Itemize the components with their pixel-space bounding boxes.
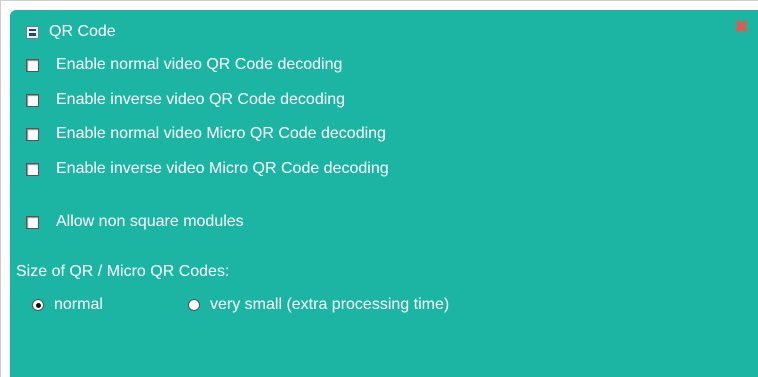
checkbox-normal-micro-qr[interactable]	[26, 127, 39, 141]
size-section-label: Size of QR / Micro QR Codes:	[16, 263, 230, 280]
panel-title: QR Code	[49, 23, 116, 40]
checkbox-inverse-qr[interactable]	[26, 93, 39, 107]
radio-normal[interactable]	[32, 299, 44, 311]
radio-label: normal	[54, 296, 103, 313]
collapse-icon[interactable]	[26, 25, 39, 39]
qr-code-panel: QR Code ✖ Enable normal video QR Code de…	[10, 10, 758, 377]
option-normal-micro-qr[interactable]: Enable normal video Micro QR Code decodi…	[26, 123, 386, 145]
option-label: Enable inverse video QR Code decoding	[56, 91, 346, 108]
option-inverse-micro-qr[interactable]: Enable inverse video Micro QR Code decod…	[26, 158, 389, 180]
radio-option-normal[interactable]: normal	[32, 294, 103, 316]
checkbox-inverse-micro-qr[interactable]	[26, 162, 39, 176]
radio-option-very-small[interactable]: very small (extra processing time)	[188, 294, 449, 316]
radio-label: very small (extra processing time)	[210, 296, 450, 313]
option-non-square-modules[interactable]: Allow non square modules	[26, 211, 244, 233]
option-normal-qr[interactable]: Enable normal video QR Code decoding	[26, 54, 342, 76]
checkbox-normal-qr[interactable]	[26, 58, 39, 72]
radio-selected-dot	[35, 302, 41, 308]
option-inverse-qr[interactable]: Enable inverse video QR Code decoding	[26, 89, 345, 111]
panel-header: QR Code	[26, 22, 116, 42]
option-label: Enable inverse video Micro QR Code decod…	[56, 160, 389, 177]
close-icon[interactable]: ✖	[734, 18, 749, 36]
option-label: Enable normal video Micro QR Code decodi…	[56, 125, 386, 142]
option-label: Allow non square modules	[56, 213, 244, 230]
radio-very-small[interactable]	[188, 299, 200, 311]
option-label: Enable normal video QR Code decoding	[56, 56, 343, 73]
checkbox-non-square-modules[interactable]	[26, 215, 39, 229]
